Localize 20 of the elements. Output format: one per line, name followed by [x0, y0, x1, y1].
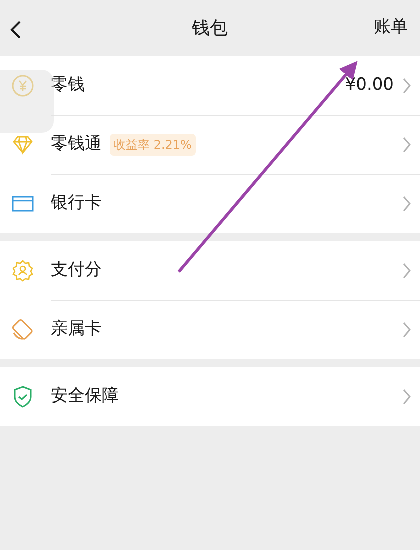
menu-item-label[interactable]: 零钱通: [51, 132, 102, 158]
bill-link[interactable]: 账单: [374, 15, 408, 41]
cards-icon: [11, 318, 35, 342]
yield-tag: 收益率 2.21%: [110, 134, 196, 156]
chevron-icon: [402, 388, 412, 404]
chevron-icon: [402, 196, 412, 212]
menu-item-label[interactable]: 安全保障: [51, 384, 119, 410]
badge-icon: [11, 258, 35, 282]
menu-item-label[interactable]: 零钱: [51, 72, 85, 98]
chevron-icon: [402, 136, 412, 152]
back-icon[interactable]: [10, 21, 21, 39]
menu-item-label[interactable]: 银行卡: [51, 190, 102, 216]
balance-value: ¥0.00: [345, 74, 394, 97]
chevron-icon: [402, 262, 412, 278]
chevron-icon: [402, 78, 412, 94]
page-title: 钱包: [192, 16, 228, 40]
chevron-icon: [402, 322, 412, 338]
menu-item-label[interactable]: 亲属卡: [51, 316, 102, 342]
menu-item-label[interactable]: 支付分: [51, 258, 102, 284]
yuan-icon: [11, 74, 35, 98]
